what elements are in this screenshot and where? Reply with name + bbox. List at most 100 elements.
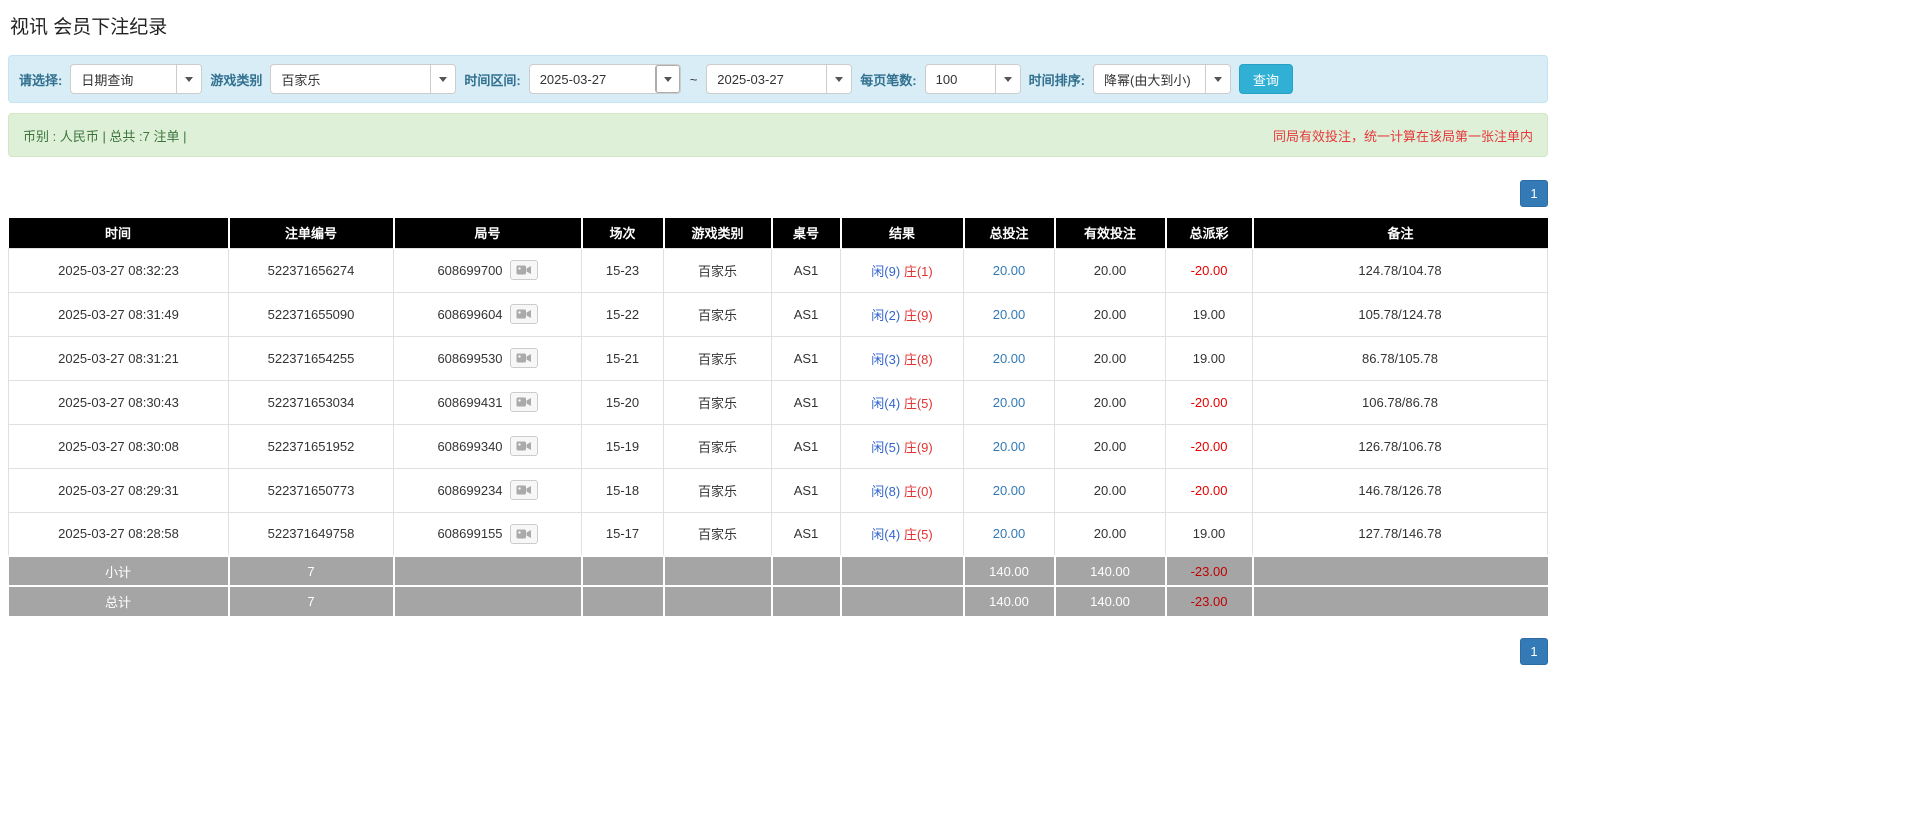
cell-valid-bet: 20.00 <box>1054 467 1166 513</box>
filter-bar: 请选择: 日期查询 游戏类别 百家乐 时间区间: 2025-03-27 ~ 20… <box>8 55 1548 103</box>
cell-time: 2025-03-27 08:31:21 <box>8 335 229 381</box>
cell-session: 15-20 <box>581 379 664 425</box>
empty-cell <box>581 555 665 586</box>
col-note: 备注 <box>1252 218 1548 248</box>
table-row: 2025-03-27 08:31:49 522371655090 6086996… <box>8 291 1548 337</box>
col-result: 结果 <box>840 218 965 248</box>
video-replay-button[interactable] <box>509 436 538 456</box>
total-bet-link[interactable]: 20.00 <box>993 395 1026 410</box>
col-game-type: 游戏类别 <box>663 218 773 248</box>
cell-total-bet: 20.00 <box>963 467 1055 513</box>
result-banker: 庄(9) <box>903 307 933 323</box>
cell-round-id: 608699530 <box>393 335 582 381</box>
table-row: 2025-03-27 08:28:58 522371649758 6086991… <box>8 511 1548 557</box>
video-replay-button[interactable] <box>509 260 538 280</box>
page-title: 视讯 会员下注纪录 <box>10 17 168 38</box>
page-1-button[interactable]: 1 <box>1520 638 1548 665</box>
cell-result: 闲(4) 庄(5) <box>840 379 964 425</box>
total-bet-link[interactable]: 20.00 <box>993 263 1026 278</box>
cell-table-no: AS1 <box>771 291 841 337</box>
cell-table-no: AS1 <box>771 511 841 557</box>
video-replay-button[interactable] <box>509 304 538 324</box>
date-from-select[interactable]: 2025-03-27 <box>528 64 681 94</box>
cell-table-no: AS1 <box>771 247 841 293</box>
cell-total-bet: 20.00 <box>963 291 1055 337</box>
cell-note: 86.78/105.78 <box>1252 335 1548 381</box>
col-total-bet: 总投注 <box>963 218 1056 248</box>
page-1-button[interactable]: 1 <box>1520 180 1548 207</box>
info-bar: 币别 : 人民币 | 总共 :7 注单 | 同局有效投注，统一计算在该局第一张注… <box>8 113 1548 157</box>
empty-cell <box>840 585 965 616</box>
cell-game-type: 百家乐 <box>663 379 772 425</box>
cell-session: 15-19 <box>581 423 664 469</box>
subtotal-row: 小计 7 140.00 140.00 -23.00 <box>8 555 1548 586</box>
cell-bet-id: 522371650773 <box>228 467 394 513</box>
video-replay-button[interactable] <box>509 348 538 368</box>
video-camera-icon <box>516 441 531 451</box>
cell-game-type: 百家乐 <box>663 247 772 293</box>
cell-result: 闲(9) 庄(1) <box>840 247 964 293</box>
cell-valid-bet: 20.00 <box>1054 291 1166 337</box>
page-size-select[interactable]: 100 <box>924 64 1021 94</box>
result-banker: 庄(9) <box>903 439 933 455</box>
cell-time: 2025-03-27 08:32:23 <box>8 247 229 293</box>
chevron-down-icon <box>430 65 456 93</box>
cell-table-no: AS1 <box>771 423 841 469</box>
round-id-value: 608699155 <box>437 526 503 542</box>
cell-round-id: 608699431 <box>393 379 582 425</box>
col-payout: 总派彩 <box>1165 218 1254 248</box>
cell-game-type: 百家乐 <box>663 291 772 337</box>
total-valid-bet: 140.00 <box>1054 585 1167 616</box>
query-type-value: 日期查询 <box>81 72 134 88</box>
empty-cell <box>393 555 583 586</box>
cell-note: 105.78/124.78 <box>1252 291 1548 337</box>
total-bet-link[interactable]: 20.00 <box>993 307 1026 322</box>
video-replay-button[interactable] <box>509 392 538 412</box>
result-banker: 庄(8) <box>903 351 933 367</box>
table-row: 2025-03-27 08:31:21 522371654255 6086995… <box>8 335 1548 381</box>
query-button[interactable]: 查询 <box>1238 64 1293 94</box>
total-total-bet: 140.00 <box>963 585 1056 616</box>
query-type-select[interactable]: 日期查询 <box>70 64 203 94</box>
result-banker: 庄(5) <box>903 395 933 411</box>
video-camera-icon <box>516 265 531 275</box>
cell-valid-bet: 20.00 <box>1054 511 1166 557</box>
round-id-value: 608699234 <box>437 482 503 498</box>
result-player: 闲(4) <box>871 395 901 411</box>
cell-time: 2025-03-27 08:30:43 <box>8 379 229 425</box>
subtotal-note <box>1252 555 1548 586</box>
total-bet-link[interactable]: 20.00 <box>993 526 1026 541</box>
cell-result: 闲(3) 庄(8) <box>840 335 964 381</box>
video-replay-button[interactable] <box>509 523 538 544</box>
col-round-id: 局号 <box>393 218 583 248</box>
cell-bet-id: 522371656274 <box>228 247 394 293</box>
cell-note: 127.78/146.78 <box>1252 511 1548 557</box>
chevron-down-icon <box>1204 65 1230 93</box>
cell-session: 15-17 <box>581 511 664 557</box>
date-to-select[interactable]: 2025-03-27 <box>706 64 853 94</box>
cell-session: 15-18 <box>581 467 664 513</box>
total-bet-link[interactable]: 20.00 <box>993 483 1026 498</box>
cell-game-type: 百家乐 <box>663 423 772 469</box>
cell-payout: 19.00 <box>1165 511 1253 557</box>
game-type-value: 百家乐 <box>281 72 321 88</box>
cell-time: 2025-03-27 08:30:08 <box>8 423 229 469</box>
total-bet-link[interactable]: 20.00 <box>993 351 1026 366</box>
table-row: 2025-03-27 08:30:08 522371651952 6086993… <box>8 423 1548 469</box>
round-id-value: 608699700 <box>437 262 503 278</box>
date-range-separator: ~ <box>689 71 698 87</box>
video-replay-button[interactable] <box>509 480 538 500</box>
result-player: 闲(2) <box>871 307 901 323</box>
table-header-row: 时间 注单编号 局号 场次 游戏类别 桌号 结果 总投注 有效投注 总派彩 备注 <box>8 218 1548 248</box>
result-banker: 庄(5) <box>903 527 933 543</box>
game-type-select[interactable]: 百家乐 <box>270 64 457 94</box>
empty-cell <box>663 585 773 616</box>
result-player: 闲(3) <box>871 351 901 367</box>
cell-bet-id: 522371655090 <box>228 291 394 337</box>
cell-table-no: AS1 <box>771 467 841 513</box>
cell-payout: -20.00 <box>1165 379 1253 425</box>
page-size-value: 100 <box>935 71 958 87</box>
total-bet-link[interactable]: 20.00 <box>993 439 1026 454</box>
cell-payout: -20.00 <box>1165 247 1253 293</box>
sort-select[interactable]: 降幂(由大到小) <box>1092 64 1231 94</box>
